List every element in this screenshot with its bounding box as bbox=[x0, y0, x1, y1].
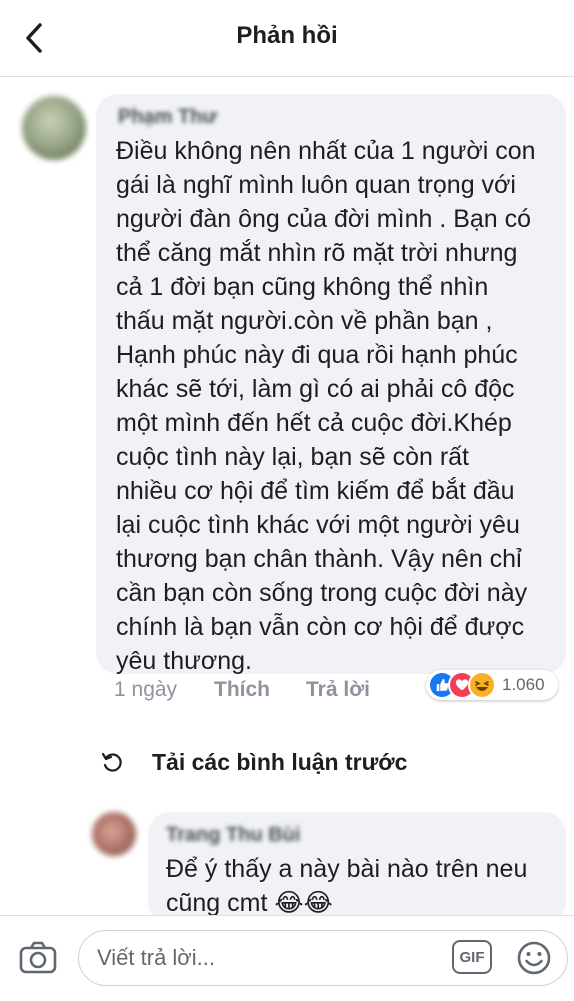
refresh-icon bbox=[101, 752, 122, 772]
emoji-button[interactable] bbox=[516, 940, 552, 976]
avatar[interactable] bbox=[92, 812, 136, 856]
comment-text: Điều không nên nhất của 1 người con gái … bbox=[116, 137, 536, 675]
reply-input[interactable] bbox=[78, 930, 568, 986]
like-button[interactable]: Thích bbox=[214, 678, 270, 708]
avatar[interactable] bbox=[22, 96, 86, 160]
haha-icon bbox=[468, 671, 496, 699]
comment-timestamp: 1 ngày bbox=[114, 678, 178, 701]
comment-text: Để ý thấy a này bài nào trên neu cũng cm… bbox=[166, 855, 528, 917]
page-title: Phản hồi bbox=[236, 22, 338, 49]
gif-button[interactable]: GIF bbox=[452, 940, 492, 974]
camera-icon bbox=[19, 941, 57, 974]
load-previous-label: Tải các bình luận trước bbox=[152, 748, 408, 775]
reply-button[interactable]: Trả lời bbox=[306, 678, 370, 708]
emoji-icon bbox=[517, 941, 551, 975]
comment-bubble: Phạm Thư Điều không nên nhất của 1 người… bbox=[96, 94, 566, 675]
camera-button[interactable] bbox=[18, 938, 58, 978]
comment-author[interactable]: Phạm Thư bbox=[118, 106, 217, 129]
reaction-summary[interactable]: 1.060 bbox=[426, 670, 558, 700]
comment-author[interactable]: Trang Thu Bùi bbox=[166, 824, 300, 847]
load-previous-comments[interactable]: Tải các bình luận trước bbox=[100, 742, 407, 782]
reaction-count: 1.060 bbox=[502, 675, 545, 694]
reply-composer: GIF bbox=[0, 915, 574, 1001]
comment-bubble: Trang Thu Bùi Để ý thấy a này bài nào tr… bbox=[148, 812, 566, 924]
header-bar: Phản hồi bbox=[0, 0, 574, 77]
